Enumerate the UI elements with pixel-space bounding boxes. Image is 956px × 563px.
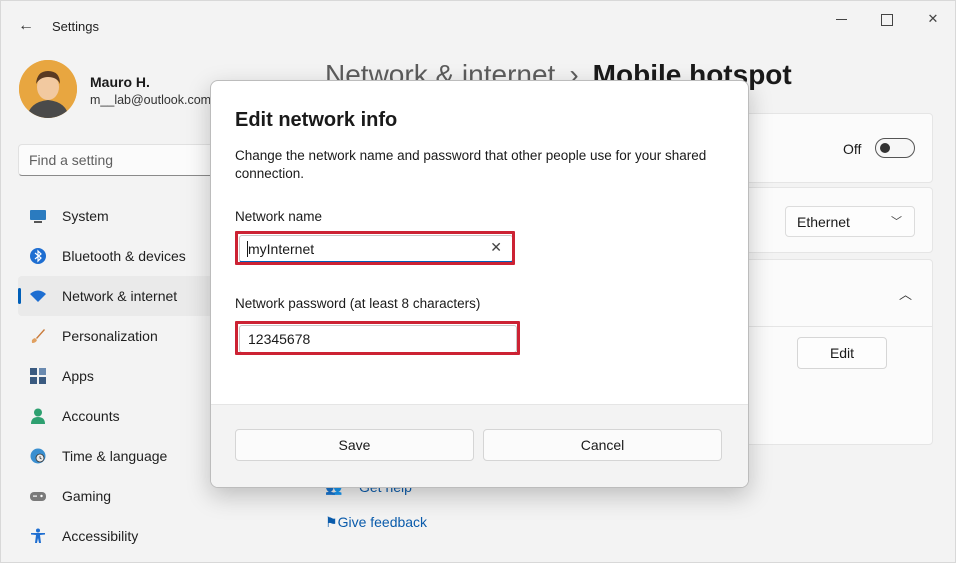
dialog-title: Edit network info	[235, 109, 398, 131]
sidebar-item-system[interactable]: System	[18, 196, 218, 236]
give-feedback-label: Give feedback	[337, 514, 428, 530]
hotspot-toggle[interactable]	[875, 138, 915, 158]
share-from-value: Ethernet	[797, 214, 850, 230]
avatar-image	[19, 60, 77, 118]
hotspot-toggle-label: Off	[843, 141, 862, 157]
monitor-icon	[30, 210, 46, 223]
accessibility-icon	[31, 528, 45, 543]
user-email: m__lab@outlook.com	[90, 93, 212, 107]
highlight-box-password	[235, 321, 520, 355]
maximize-icon	[881, 13, 893, 26]
settings-window: ← Settings ✕ Mauro H. m__lab@outlook.com…	[0, 0, 956, 563]
sidebar-nav: System Bluetooth & devices Network & int…	[18, 196, 218, 556]
sidebar-item-label: Apps	[62, 368, 94, 384]
cancel-button[interactable]: Cancel	[483, 429, 722, 461]
network-password-label: Network password (at least 8 characters)	[235, 296, 481, 311]
give-feedback-link[interactable]: ⚑Give feedback	[325, 514, 427, 531]
maximize-button[interactable]	[867, 9, 907, 29]
sidebar-item-label: Bluetooth & devices	[62, 248, 186, 264]
share-from-dropdown[interactable]: Ethernet ﹀	[785, 206, 915, 237]
globe-clock-icon	[30, 448, 46, 464]
sidebar-item-label: System	[62, 208, 109, 224]
apps-icon	[30, 368, 46, 384]
sidebar-item-gaming[interactable]: Gaming	[18, 476, 218, 516]
minimize-button[interactable]	[821, 9, 861, 29]
sidebar-item-time-language[interactable]: Time & language	[18, 436, 218, 476]
edit-button[interactable]: Edit	[797, 337, 887, 369]
app-title: Settings	[52, 19, 99, 34]
feedback-icon: ⚑	[325, 514, 338, 530]
sidebar-item-label: Time & language	[62, 448, 168, 464]
brush-icon	[31, 329, 45, 343]
sidebar-item-bluetooth[interactable]: Bluetooth & devices	[18, 236, 218, 276]
dialog-description: Change the network name and password tha…	[235, 148, 707, 181]
sidebar-item-label: Gaming	[62, 488, 112, 504]
sidebar-item-label: Accounts	[62, 408, 120, 424]
wifi-icon	[30, 290, 46, 302]
network-name-label: Network name	[235, 209, 323, 224]
close-icon: ✕	[927, 11, 939, 26]
minimize-icon	[835, 19, 847, 21]
edit-network-dialog: Edit network info Change the network nam…	[210, 80, 749, 488]
sidebar-item-apps[interactable]: Apps	[18, 356, 218, 396]
title-bar: ← Settings ✕	[1, 1, 955, 49]
sidebar-item-label: Accessibility	[62, 528, 139, 544]
save-button[interactable]: Save	[235, 429, 474, 461]
chevron-up-icon[interactable]: ︿	[899, 284, 912, 303]
close-window-button[interactable]: ✕	[913, 9, 953, 29]
toggle-knob	[880, 143, 890, 153]
sidebar-item-network[interactable]: Network & internet	[18, 276, 218, 316]
person-icon	[31, 408, 45, 424]
chevron-down-icon: ﹀	[891, 216, 902, 228]
avatar[interactable]	[19, 60, 77, 118]
dialog-footer: Save Cancel	[211, 404, 748, 487]
user-name: Mauro H.	[90, 74, 150, 90]
search-placeholder: Find a setting	[29, 152, 114, 168]
bluetooth-icon	[30, 248, 46, 264]
sidebar-item-label: Network & internet	[62, 288, 178, 304]
sidebar-item-personalization[interactable]: Personalization	[18, 316, 218, 356]
sidebar-item-accounts[interactable]: Accounts	[18, 396, 218, 436]
gamepad-icon	[30, 492, 46, 501]
sidebar-item-label: Personalization	[62, 328, 158, 344]
highlight-box-name	[235, 231, 515, 265]
sidebar-item-accessibility[interactable]: Accessibility	[18, 516, 218, 556]
back-button[interactable]: ←	[15, 15, 37, 37]
